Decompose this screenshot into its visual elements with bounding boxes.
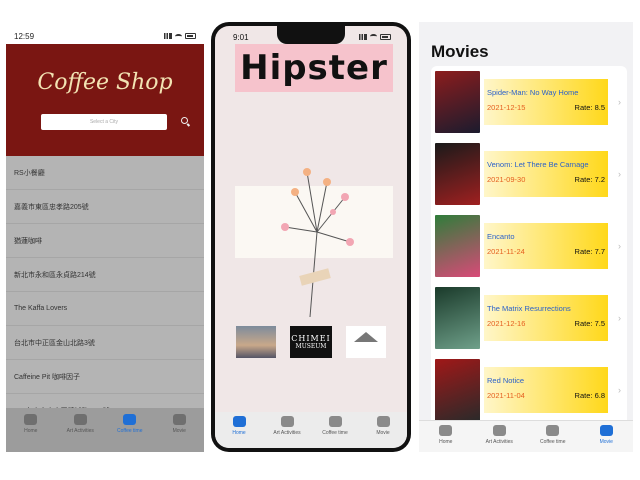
city-search-input[interactable]: Select a City <box>41 114 167 130</box>
search-icon[interactable] <box>181 117 188 124</box>
movie-row[interactable]: Encanto 2021-11-24 Rate: 7.7 › <box>431 210 627 282</box>
signal-icon <box>359 34 367 40</box>
battery-icon <box>185 33 196 39</box>
wifi-icon <box>175 33 182 39</box>
list-item[interactable]: 新北市永和區永貞路214號 <box>6 258 204 292</box>
tab-coffee-time[interactable]: Coffee time <box>530 425 575 452</box>
tab-bar: Home Art Activities Coffee time Movie <box>419 420 633 452</box>
home-icon <box>439 425 453 436</box>
movie-title: Venom: Let There Be Carnage <box>487 160 589 169</box>
tab-home[interactable]: Home <box>217 416 262 448</box>
chevron-right-icon: › <box>618 97 621 107</box>
phone-notch <box>277 26 345 44</box>
movie-row[interactable]: Red Notice 2021-11-04 Rate: 6.8 › <box>431 354 627 426</box>
movie-list: Spider-Man: No Way Home 2021-12-15 Rate: 8… <box>431 66 627 426</box>
list-item[interactable]: Caffeine Pit 咖啡因子 <box>6 360 204 394</box>
tab-art-activities[interactable]: Art Activities <box>265 416 310 448</box>
museum-logo[interactable] <box>236 326 276 358</box>
coffee-cup-icon <box>328 416 342 427</box>
home-icon <box>24 414 38 425</box>
status-icons <box>359 34 391 40</box>
chevron-right-icon: › <box>618 385 621 395</box>
coffee-list: RS小餐廳 嘉義市東區忠孝路205號 猶蓮咖啡 新北市永和區永貞路214號 Th… <box>6 156 204 428</box>
movie-info: Venom: Let There Be Carnage 2021-09-30 Rat… <box>484 151 608 197</box>
chevron-right-icon: › <box>618 241 621 251</box>
movie-title: Spider-Man: No Way Home <box>487 88 579 97</box>
home-icon <box>232 416 246 427</box>
chevron-right-icon: › <box>618 169 621 179</box>
tab-bar: Home Art Activities Coffee time Movie <box>6 408 204 452</box>
phone-display: 9:01 Hipster CHIMEI MUSEUM Home Art Acti… <box>215 26 407 448</box>
hipster-screen: 9:01 Hipster CHIMEI MUSEUM Home Art Acti… <box>211 22 411 452</box>
status-time: 12:59 <box>14 31 35 41</box>
theater-masks-icon <box>172 414 186 425</box>
status-icons <box>164 33 196 39</box>
tab-home[interactable]: Home <box>8 414 53 452</box>
tab-art-activities[interactable]: Art Activities <box>58 414 103 452</box>
movie-date: 2021-11-04 <box>487 391 525 400</box>
tab-home[interactable]: Home <box>423 425 468 452</box>
banner-title: Hipster <box>240 48 388 88</box>
movie-poster <box>435 71 480 133</box>
movie-rate: Rate: 7.5 <box>574 319 605 328</box>
movie-row[interactable]: The Matrix Resurrections 2021-12-16 Rate: … <box>431 282 627 354</box>
movie-rate: Rate: 6.8 <box>574 391 605 400</box>
tab-coffee-time[interactable]: Coffee time <box>107 414 152 452</box>
tab-coffee-time[interactable]: Coffee time <box>313 416 358 448</box>
palette-icon <box>280 416 294 427</box>
status-bar: 12:59 <box>6 28 204 44</box>
list-item[interactable]: 猶蓮咖啡 <box>6 224 204 258</box>
chimei-museum-logo[interactable]: CHIMEI MUSEUM <box>290 326 332 358</box>
tab-bar: Home Art Activities Coffee time Movie <box>215 412 407 448</box>
signal-icon <box>164 33 172 39</box>
status-time: 9:01 <box>233 33 249 42</box>
movie-row[interactable]: Spider-Man: No Way Home 2021-12-15 Rate: 8… <box>431 66 627 138</box>
hipster-banner: Hipster <box>235 44 393 92</box>
movie-info: Red Notice 2021-11-04 Rate: 6.8 <box>484 367 608 413</box>
movie-info: The Matrix Resurrections 2021-12-16 Rate: … <box>484 295 608 341</box>
movie-info: Encanto 2021-11-24 Rate: 7.7 <box>484 223 608 269</box>
movie-date: 2021-12-16 <box>487 319 526 328</box>
movie-poster <box>435 215 480 277</box>
theater-masks-icon <box>599 425 613 436</box>
coffee-cup-icon <box>546 425 560 436</box>
movie-poster <box>435 287 480 349</box>
movie-title: Encanto <box>487 232 515 241</box>
palette-icon <box>492 425 506 436</box>
battery-icon <box>380 34 391 40</box>
list-item[interactable]: The Kaffa Lovers <box>6 292 204 326</box>
coffee-shop-screen: 12:59 Coffee Shop Select a City RS小餐廳 嘉義… <box>6 28 204 452</box>
page-title: Movies <box>431 42 489 61</box>
tab-art-activities[interactable]: Art Activities <box>477 425 522 452</box>
list-item[interactable]: 台北市中正區金山北路3號 <box>6 326 204 360</box>
movie-title: The Matrix Resurrections <box>487 304 571 313</box>
movie-date: 2021-11-24 <box>487 247 525 256</box>
tab-movie[interactable]: Movie <box>361 416 406 448</box>
movie-date: 2021-12-15 <box>487 103 526 112</box>
wifi-icon <box>370 34 377 39</box>
list-item[interactable]: RS小餐廳 <box>6 156 204 190</box>
list-item[interactable]: 嘉義市東區忠孝路205號 <box>6 190 204 224</box>
theater-masks-icon <box>376 416 390 427</box>
chevron-right-icon: › <box>618 313 621 323</box>
partner-logos: CHIMEI MUSEUM <box>215 326 407 358</box>
page-title: Coffee Shop <box>37 70 173 95</box>
palette-icon <box>73 414 87 425</box>
movie-date: 2021-09-30 <box>487 175 526 184</box>
house-logo[interactable] <box>346 326 386 358</box>
movie-title: Red Notice <box>487 376 525 385</box>
movie-rate: Rate: 8.5 <box>574 103 605 112</box>
tab-movie[interactable]: Movie <box>157 414 202 452</box>
coffee-cup-icon <box>123 414 137 425</box>
tab-movie[interactable]: Movie <box>584 425 629 452</box>
flower-illustration <box>281 168 354 318</box>
movie-rate: Rate: 7.7 <box>574 247 605 256</box>
movie-row[interactable]: Venom: Let There Be Carnage 2021-09-30 Rat… <box>431 138 627 210</box>
coffee-header: Coffee Shop Select a City <box>6 44 204 156</box>
movie-rate: Rate: 7.2 <box>574 175 605 184</box>
movie-poster <box>435 143 480 205</box>
movie-poster <box>435 359 480 421</box>
movie-info: Spider-Man: No Way Home 2021-12-15 Rate: 8… <box>484 79 608 125</box>
movies-screen: Movies Spider-Man: No Way Home 2021-12-15… <box>419 22 633 452</box>
